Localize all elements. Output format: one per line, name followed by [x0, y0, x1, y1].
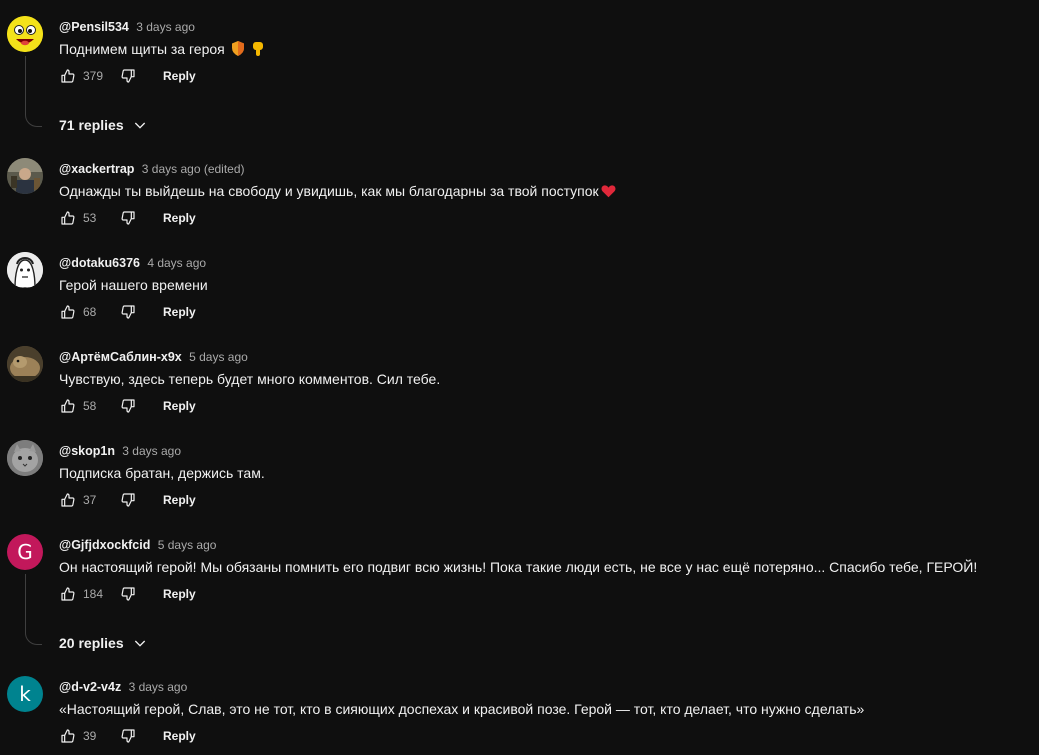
- comment-timestamp[interactable]: 3 days ago: [122, 444, 181, 458]
- comment-timestamp[interactable]: 5 days ago: [158, 538, 217, 552]
- like-count: 53: [83, 211, 97, 225]
- thumbs-up-icon[interactable]: [59, 585, 77, 603]
- reply-button[interactable]: Reply: [163, 493, 196, 507]
- comment-timestamp[interactable]: 5 days ago: [189, 350, 248, 364]
- comment-author[interactable]: @Gjfjdxockfcid: [59, 538, 150, 552]
- comment-text: Он настоящий герой! Мы обязаны помнить е…: [59, 559, 978, 575]
- comment-actions: 184 Reply: [59, 580, 196, 608]
- comment-text-body: Поднимем щиты за героя: [59, 41, 225, 57]
- comment-header: @Gjfjdxockfcid 5 days ago: [59, 538, 216, 552]
- thumbs-up-icon[interactable]: [59, 209, 77, 227]
- comment-timestamp[interactable]: 3 days ago: [129, 680, 188, 694]
- replies-count-label: 71 replies: [59, 117, 124, 133]
- comment-author[interactable]: @Pensil534: [59, 20, 129, 34]
- reply-button[interactable]: Reply: [163, 69, 196, 83]
- thumbs-down-icon[interactable]: [119, 303, 137, 321]
- thumbs-up-icon[interactable]: [59, 397, 77, 415]
- letter-avatar[interactable]: G: [7, 534, 43, 570]
- thumbs-down-icon[interactable]: [119, 397, 137, 415]
- comment-text: Подписка братан, держись там.: [59, 465, 265, 481]
- shield-emoji-icon: [231, 41, 245, 59]
- letter-avatar[interactable]: k: [7, 676, 43, 712]
- like-count: 184: [83, 587, 104, 601]
- comment-text: Герой нашего времени: [59, 277, 208, 293]
- thumbs-up-icon[interactable]: [59, 491, 77, 509]
- comment-actions: 53 Reply: [59, 204, 196, 232]
- thumbs-up-icon[interactable]: [59, 67, 77, 85]
- like-count: 68: [83, 305, 97, 319]
- comment-actions: 68 Reply: [59, 298, 196, 326]
- thread-connector: [25, 114, 42, 127]
- comment-actions: 379 Reply: [59, 62, 196, 90]
- comment-header: @d-v2-v4z 3 days ago: [59, 680, 187, 694]
- comment-timestamp[interactable]: 3 days ago (edited): [142, 162, 245, 176]
- thread-connector: [25, 632, 42, 645]
- thread-line: [25, 574, 26, 632]
- comment-header: @xackertrap 3 days ago (edited): [59, 162, 245, 176]
- comment-text: Поднимем щиты за героя: [59, 41, 265, 59]
- comment-header: @Pensil534 3 days ago: [59, 20, 195, 34]
- comment-actions: 37 Reply: [59, 486, 196, 514]
- thumbs-down-icon[interactable]: [119, 67, 137, 85]
- comments-section: @Pensil534 3 days ago Поднимем щиты за г…: [0, 0, 1039, 755]
- comment-header: @skop1n 3 days ago: [59, 444, 181, 458]
- comment-header: @АртёмСаблин-x9x 5 days ago: [59, 350, 248, 364]
- thumbs-up-icon[interactable]: [59, 727, 77, 745]
- comment-author[interactable]: @skop1n: [59, 444, 115, 458]
- thumbs-down-icon[interactable]: [119, 585, 137, 603]
- comment-author[interactable]: @d-v2-v4z: [59, 680, 121, 694]
- reply-button[interactable]: Reply: [163, 587, 196, 601]
- cat-photo-avatar[interactable]: [7, 440, 43, 476]
- reply-button[interactable]: Reply: [163, 729, 196, 743]
- like-count: 379: [83, 69, 104, 83]
- replies-toggle-button[interactable]: 20 replies: [59, 635, 148, 651]
- thread-line: [25, 56, 26, 114]
- chevron-down-icon: [132, 635, 148, 651]
- comment-timestamp[interactable]: 3 days ago: [136, 20, 195, 34]
- thumbs-up-icon[interactable]: [59, 303, 77, 321]
- comment-text: Чувствую, здесь теперь будет много комме…: [59, 371, 441, 387]
- like-count: 39: [83, 729, 97, 743]
- comment-actions: 39 Reply: [59, 722, 196, 750]
- comment-header: @dotaku6376 4 days ago: [59, 256, 206, 270]
- comment-text-body: Однажды ты выйдешь на свободу и увидишь,…: [59, 183, 599, 199]
- avatar-letter: k: [19, 682, 31, 706]
- photo-avatar[interactable]: [7, 158, 43, 194]
- replies-count-label: 20 replies: [59, 635, 124, 651]
- comment-author[interactable]: @xackertrap: [59, 162, 134, 176]
- red-heart-emoji-icon: [601, 184, 616, 201]
- comment-timestamp[interactable]: 4 days ago: [147, 256, 206, 270]
- smiley-face-avatar[interactable]: [7, 16, 43, 52]
- comment-author[interactable]: @АртёмСаблин-x9x: [59, 350, 182, 364]
- thumbs-down-icon[interactable]: [119, 727, 137, 745]
- like-count: 58: [83, 399, 97, 413]
- comment-author[interactable]: @dotaku6376: [59, 256, 140, 270]
- replies-toggle-button[interactable]: 71 replies: [59, 117, 148, 133]
- thumbs-down-icon[interactable]: [119, 491, 137, 509]
- chevron-down-icon: [132, 117, 148, 133]
- reply-button[interactable]: Reply: [163, 305, 196, 319]
- thumbs-down-icon[interactable]: [119, 209, 137, 227]
- avatar-letter: G: [17, 540, 33, 564]
- like-count: 37: [83, 493, 97, 507]
- pointing-down-emoji-icon: [251, 41, 265, 59]
- comment-text: «Настоящий герой, Слав, это не тот, кто …: [59, 701, 865, 717]
- comment-text: Однажды ты выйдешь на свободу и увидишь,…: [59, 183, 616, 201]
- reply-button[interactable]: Reply: [163, 211, 196, 225]
- reply-button[interactable]: Reply: [163, 399, 196, 413]
- comment-actions: 58 Reply: [59, 392, 196, 420]
- animal-photo-avatar[interactable]: [7, 346, 43, 382]
- meme-face-avatar[interactable]: [7, 252, 43, 288]
